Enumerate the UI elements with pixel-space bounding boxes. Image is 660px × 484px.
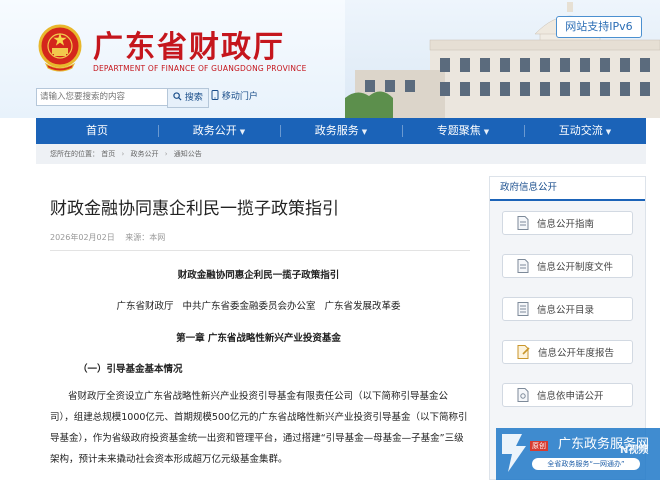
chapter-heading: 第一章 广东省战略性新兴产业投资基金 (176, 333, 341, 344)
sidebar-item-request-disclosure[interactable]: 信息依申请公开 (502, 383, 633, 407)
sidebar-item-label: 信息公开目录 (537, 305, 595, 316)
chevron-down-icon: ▼ (483, 128, 490, 136)
chevron-down-icon: ▼ (605, 128, 612, 136)
sidebar-item-disclosure-guide[interactable]: 信息公开指南 (502, 211, 633, 235)
main-nav: 首页 政务公开 ▼ 政务服务 ▼ 专题聚焦 ▼ 互动交流 ▼ (36, 118, 646, 144)
national-emblem-icon (38, 24, 82, 72)
breadcrumb-government-affairs[interactable]: 政务公开 (131, 150, 159, 158)
breadcrumb-notices[interactable]: 通知公告 (174, 150, 202, 158)
mobile-portal-link[interactable]: 移动门户 (211, 89, 258, 105)
nav-item-label: 首页 (86, 124, 108, 137)
nav-item-special-topics[interactable]: 专题聚焦 ▼ (402, 118, 524, 144)
document-title: 财政金融协同惠企利民一揽子政策指引 (177, 270, 340, 281)
document-icon (517, 259, 529, 273)
search-button-label: 搜索 (184, 93, 203, 103)
section-heading: （一）引导基金基本情况 (78, 364, 183, 375)
sidebar-item-policy-documents[interactable]: 信息公开制度文件 (502, 254, 633, 278)
breadcrumb-prefix: 您所在的位置： (50, 150, 99, 158)
chevron-down-icon: ▼ (239, 128, 246, 136)
sidebar-item-disclosure-catalog[interactable]: 信息公开目录 (502, 297, 633, 321)
nav-item-label: 政务服务 (314, 124, 359, 137)
sidebar-list: 信息公开指南 信息公开制度文件 信息公开目录 信息公开年度报告 信息依申请公开 (490, 201, 645, 436)
document-icon (517, 216, 529, 230)
nav-item-label: 政务公开 (192, 124, 237, 137)
ipv6-badge[interactable]: 网站支持IPv6 (556, 16, 642, 38)
breadcrumb-home[interactable]: 首页 (101, 150, 115, 158)
body-paragraph: 省财政厅全资设立广东省战略性新兴产业投资引导基金有限责任公司（以下简称引导基金公… (50, 391, 468, 465)
list-icon (517, 302, 529, 316)
report-icon (517, 345, 530, 359)
badge-watermark: N视频 (620, 445, 649, 456)
gov-service-portal-badge[interactable]: 原创 广东政务服务网 N视频 全省政务服务“一网通办” (496, 428, 660, 480)
nav-item-government-services[interactable]: 政务服务 ▼ (280, 118, 402, 144)
divider (50, 250, 470, 251)
sidebar-item-label: 信息公开制度文件 (537, 262, 614, 273)
request-icon (517, 388, 529, 402)
page-title: 财政金融协同惠企利民一揽子政策指引 (50, 199, 339, 219)
chevron-down-icon: ▼ (361, 128, 368, 136)
badge-subtitle: 全省政务服务“一网通办” (532, 458, 640, 470)
search-input[interactable] (36, 88, 172, 106)
sidebar-item-label: 信息公开指南 (537, 219, 595, 230)
badge-tag: 原创 (530, 441, 548, 451)
article-meta: 2026年02月02日 来源：本网 (50, 232, 165, 243)
breadcrumb: 您所在的位置： 首页 › 政务公开 › 通知公告 (36, 144, 646, 164)
article-source: 来源：本网 (125, 233, 166, 242)
document-issuers: 广东省财政厅 中共广东省委金融委员会办公室 广东省发展改革委 (116, 301, 401, 312)
nav-item-label: 互动交流 (558, 124, 603, 137)
search-button[interactable]: 搜索 (167, 88, 209, 108)
sidebar-heading: 政府信息公开 (490, 177, 645, 201)
article-date: 2026年02月02日 (50, 233, 115, 242)
nav-item-government-affairs[interactable]: 政务公开 ▼ (158, 118, 280, 144)
nav-item-interaction[interactable]: 互动交流 ▼ (524, 118, 646, 144)
nav-item-home[interactable]: 首页 (36, 118, 158, 144)
sidebar-item-annual-report[interactable]: 信息公开年度报告 (502, 340, 633, 364)
sidebar-item-label: 信息公开年度报告 (538, 348, 615, 359)
sidebar-item-label: 信息依申请公开 (537, 391, 604, 402)
mobile-icon (211, 90, 219, 100)
site-subtitle: DEPARTMENT OF FINANCE OF GUANGDONG PROVI… (93, 64, 307, 73)
mobile-portal-label: 移动门户 (221, 92, 258, 102)
site-title: 广东省财政厅 (93, 30, 285, 65)
nav-item-label: 专题聚焦 (436, 124, 481, 137)
article-panel: 财政金融协同惠企利民一揽子政策指引 2026年02月02日 来源：本网 财政金融… (36, 164, 481, 480)
search-icon (173, 92, 182, 101)
site-header: 广东省财政厅 DEPARTMENT OF FINANCE OF GUANGDON… (0, 0, 660, 118)
